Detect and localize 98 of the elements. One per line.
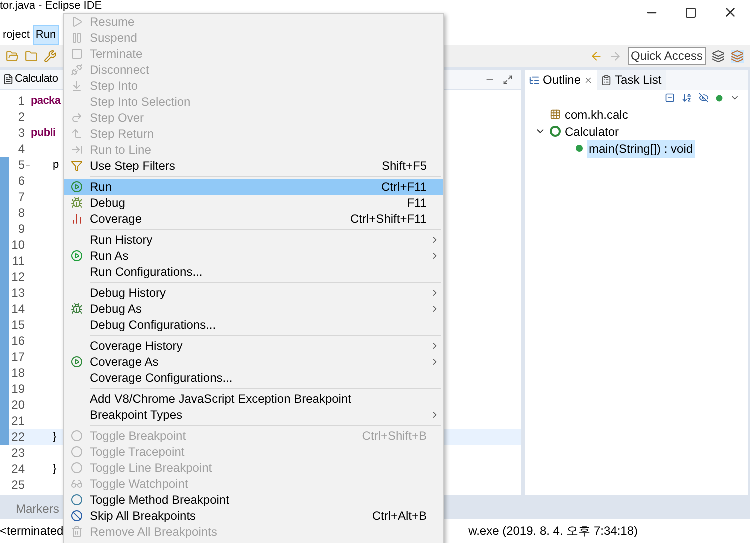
tree-item[interactable]: Calculator	[563, 122, 622, 140]
line-number: 18	[10, 365, 25, 382]
tree-item[interactable]: main(String[]) : void	[587, 140, 696, 158]
line-number: 16	[10, 333, 25, 350]
filter-dot-icon[interactable]	[716, 94, 723, 102]
glasses-icon	[71, 478, 83, 490]
play-circle-icon	[71, 250, 83, 262]
line-number: 4	[17, 141, 25, 158]
line-number: 5	[17, 157, 25, 174]
code-text: }	[52, 430, 56, 445]
view-tab[interactable]: Task List	[597, 70, 666, 90]
menu-item[interactable]: Coverage As	[64, 354, 443, 370]
dot-icon	[71, 494, 83, 506]
menu-item[interactable]: Debug As	[64, 301, 443, 317]
filter-icon	[71, 160, 83, 172]
dot-icon	[71, 430, 83, 442]
menu-item[interactable]: Add V8/Chrome JavaScript Exception Breakpoint	[64, 391, 443, 407]
menu-item[interactable]: Debug History	[64, 285, 443, 301]
line-number: 6	[17, 173, 25, 190]
line-number: 20	[10, 397, 25, 414]
perspective-icon[interactable]	[731, 50, 744, 62]
menu-item[interactable]: Run History	[64, 232, 443, 248]
menu-item[interactable]: Toggle Method Breakpoint	[64, 492, 443, 508]
menu-bar-item[interactable]: roject	[0, 25, 33, 45]
code-text: packa	[31, 94, 61, 109]
code-text: publi	[31, 126, 56, 141]
view-tab[interactable]: Outline	[525, 70, 598, 90]
code-text: p	[52, 158, 59, 173]
menu-item[interactable]: Coverage Configurations...	[64, 370, 443, 386]
unplug-icon	[71, 64, 83, 76]
line-number: 11	[12, 253, 25, 270]
step-over-icon	[71, 112, 83, 124]
step-return-icon	[71, 128, 83, 140]
play-circle-icon	[71, 356, 83, 368]
dot-icon	[71, 446, 83, 458]
skip-icon	[71, 510, 83, 522]
java-file-icon	[3, 74, 14, 85]
sort-icon[interactable]	[682, 93, 692, 103]
hide-icon[interactable]	[699, 93, 709, 103]
line-number: 24	[10, 461, 25, 478]
menu-item[interactable]: Debug Configurations...	[64, 317, 443, 333]
line-number: 25	[10, 477, 25, 494]
wrench-icon[interactable]	[44, 50, 57, 62]
menu-item[interactable]: Breakpoint Types	[64, 407, 443, 423]
line-number: 12	[10, 269, 25, 286]
menu-item[interactable]: Skip All Breakpoints Ctrl+Alt+B	[64, 508, 443, 524]
menu-item[interactable]: Run Configurations...	[64, 264, 443, 280]
trash-icon	[71, 526, 83, 538]
collapse-icon[interactable]	[665, 93, 675, 103]
dot-icon	[71, 462, 83, 474]
outline-icon	[529, 74, 540, 86]
play-icon	[71, 16, 83, 28]
menu-item[interactable]: Coverage Ctrl+Shift+F11	[64, 211, 443, 227]
method-icon	[576, 145, 582, 152]
run-to-line-icon	[71, 144, 83, 156]
line-number: 9	[17, 221, 25, 238]
clipboard-icon	[601, 74, 612, 86]
line-number: 8	[17, 205, 25, 222]
step-into-icon	[71, 80, 83, 92]
menu-item[interactable]: Debug F11	[64, 195, 443, 211]
tree-item[interactable]: com.kh.calc	[563, 106, 630, 124]
play-circle-icon	[71, 181, 83, 193]
line-number: 22	[10, 429, 25, 446]
line-number: 10	[10, 237, 25, 254]
menu-item[interactable]: Run As	[64, 248, 443, 264]
maximize-icon[interactable]	[503, 74, 513, 84]
menu-item[interactable]: Run Ctrl+F11	[64, 179, 443, 195]
menu-item[interactable]: Coverage History	[64, 338, 443, 354]
perspective-icon[interactable]	[712, 50, 725, 62]
console-text: w.exe (2019. 8. 4. 오후 7:34:18)	[468, 523, 638, 540]
maximize-icon[interactable]	[685, 6, 697, 18]
menu-item[interactable]: Use Step Filters Shift+F5	[64, 158, 443, 174]
line-number: 7	[17, 189, 25, 206]
class-icon	[550, 126, 560, 137]
bug-icon	[71, 303, 83, 315]
line-number: 1	[17, 93, 25, 110]
close-icon[interactable]	[723, 5, 738, 20]
window-title: tor.java - Eclipse IDE	[0, 0, 102, 12]
line-number: 15	[10, 317, 25, 334]
console-text: <terminated	[0, 523, 64, 540]
line-number: 23	[10, 445, 25, 462]
editor-tab[interactable]: Calculato	[15, 71, 58, 88]
menu-bar-item[interactable]: Run	[32, 25, 60, 45]
view-tab[interactable]: Markers	[0, 500, 60, 518]
code-text: }	[52, 462, 56, 477]
quick-access-field[interactable]: Quick Access	[628, 47, 706, 65]
line-number: 19	[10, 381, 25, 398]
bug-icon	[71, 197, 83, 209]
line-number: 13	[10, 285, 25, 302]
bar-chart-icon	[71, 213, 83, 225]
line-number: 21	[10, 413, 25, 430]
line-number: 14	[10, 301, 25, 318]
line-number: 3	[17, 125, 25, 142]
line-number: 2	[17, 109, 25, 126]
pause-icon	[71, 32, 83, 44]
stop-icon	[71, 48, 83, 60]
package-icon	[550, 109, 560, 120]
line-number: 17	[10, 349, 25, 366]
